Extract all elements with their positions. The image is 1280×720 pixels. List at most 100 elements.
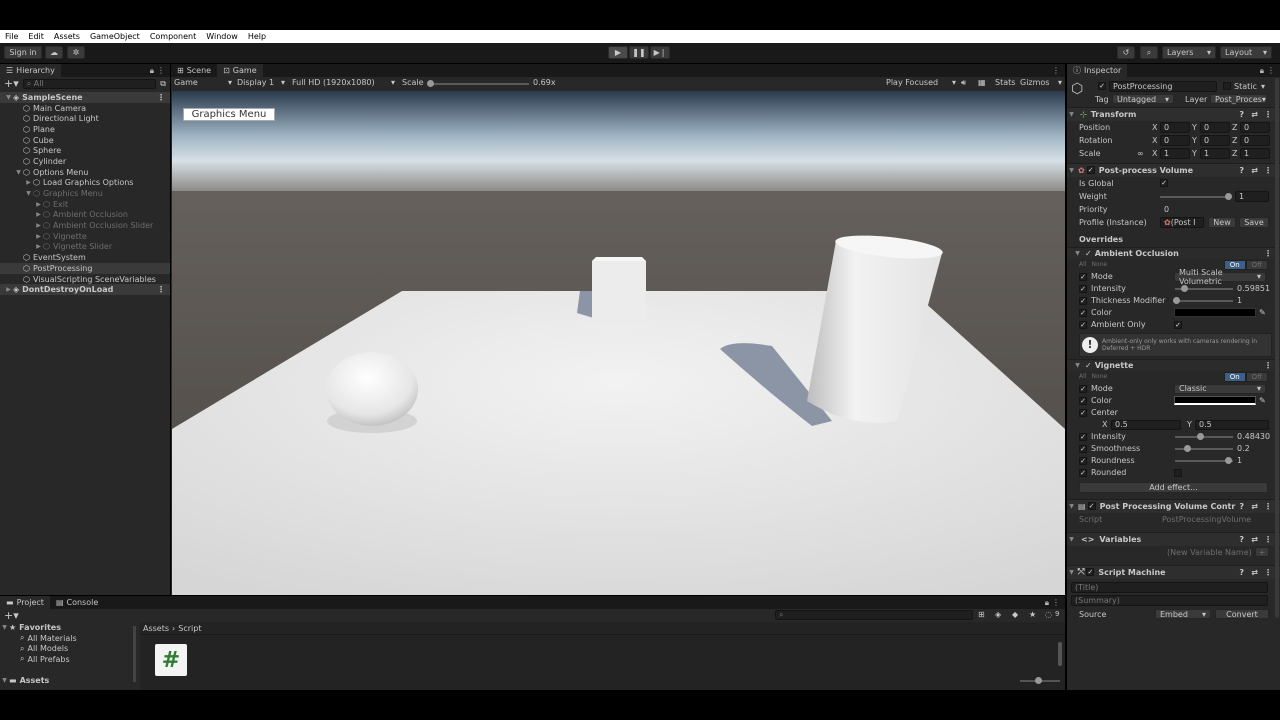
hierarchy-item[interactable]: ⬡ EventSystem bbox=[0, 252, 170, 263]
game-viewport[interactable]: Graphics Menu bbox=[172, 91, 1065, 595]
is-global-checkbox[interactable]: ✓ bbox=[1160, 179, 1168, 188]
layout-dropdown[interactable]: Layout ▾ bbox=[1220, 46, 1272, 59]
convert-button[interactable]: Convert bbox=[1215, 609, 1269, 620]
eyedropper-icon[interactable]: ✎ bbox=[1259, 308, 1266, 317]
vignette-intensity-override[interactable]: ✓ bbox=[1079, 432, 1087, 441]
kebab-menu-icon[interactable]: ⋮ bbox=[1264, 361, 1272, 370]
hierarchy-item[interactable]: ▶ ⬡ Vignette bbox=[0, 231, 170, 242]
hierarchy-item[interactable]: ⬡ PostProcessing bbox=[0, 263, 170, 274]
hierarchy-item[interactable]: ⬡ Plane bbox=[0, 124, 170, 135]
menu-gameobject[interactable]: GameObject bbox=[85, 32, 145, 41]
scale-slider-knob[interactable] bbox=[427, 80, 434, 87]
kebab-menu-icon[interactable]: ⋮ bbox=[157, 285, 165, 294]
search-icon[interactable]: ⌕ bbox=[1140, 46, 1158, 59]
layer-dropdown[interactable]: Post_Proces ▾ bbox=[1210, 94, 1267, 104]
keyboard-icon[interactable]: ▦ bbox=[978, 78, 986, 87]
hierarchy-item[interactable]: ⬡ Sphere bbox=[0, 145, 170, 156]
kebab-menu-icon[interactable]: ⋮ bbox=[1264, 535, 1272, 544]
ppvc-enabled-checkbox[interactable]: ✓ bbox=[1087, 502, 1096, 510]
menu-edit[interactable]: Edit bbox=[23, 32, 49, 41]
ao-header[interactable]: ▼ ✓ Ambient Occlusion ⋮ bbox=[1067, 246, 1280, 259]
favorite-item[interactable]: ⌕ All Models bbox=[0, 643, 138, 654]
menu-assets[interactable]: Assets bbox=[49, 32, 85, 41]
ppvc-header[interactable]: ▼ ▤ ✓ Post Processing Volume Contr ? ⇄ ⋮ bbox=[1067, 498, 1280, 513]
hierarchy-item[interactable]: ▶ ⬡ Exit bbox=[0, 199, 170, 210]
kebab-menu-icon[interactable]: ⋮ bbox=[1264, 249, 1272, 258]
favorite-item[interactable]: ⌕ All Materials bbox=[0, 633, 138, 644]
hierarchy-item[interactable]: ⬡ Cylinder bbox=[0, 156, 170, 167]
game-mode-dropdown[interactable]: Game ▾ bbox=[174, 78, 232, 87]
kebab-menu-icon[interactable]: ⋮ bbox=[1264, 568, 1272, 577]
vignette-rounded-override[interactable]: ✓ bbox=[1079, 468, 1087, 477]
ao-thickness-knob[interactable] bbox=[1173, 296, 1180, 304]
transform-scale-y-field[interactable]: 1 bbox=[1200, 148, 1230, 160]
kebab-menu-icon[interactable]: ⋮ bbox=[1267, 66, 1275, 75]
transform-position-y-field[interactable]: 0 bbox=[1200, 122, 1230, 134]
weight-slider[interactable] bbox=[1160, 195, 1230, 198]
chevron-right-icon[interactable]: ▶ bbox=[34, 243, 43, 250]
add-icon[interactable]: +▾ bbox=[4, 609, 19, 622]
center-y-field[interactable]: 0.5 bbox=[1195, 419, 1269, 430]
help-icon[interactable]: ? bbox=[1239, 568, 1244, 577]
help-icon[interactable]: ? bbox=[1239, 535, 1244, 544]
transform-position-x-field[interactable]: 0 bbox=[1160, 122, 1190, 134]
kebab-menu-icon[interactable]: ⋮ bbox=[1052, 598, 1060, 607]
icon-size-knob[interactable] bbox=[1035, 677, 1042, 684]
transform-header[interactable]: ▼ ⊹ Transform ? ⇄ ⋮ bbox=[1067, 107, 1280, 121]
project-search-input[interactable]: ⌕ bbox=[775, 610, 973, 620]
gizmos-dropdown[interactable]: Gizmos ▾ bbox=[1020, 78, 1062, 87]
menu-window[interactable]: Window bbox=[201, 32, 243, 41]
weight-field[interactable]: 1 bbox=[1235, 190, 1269, 202]
hierarchy-item[interactable]: ▼ ⬡ Graphics Menu bbox=[0, 188, 170, 199]
hierarchy-item[interactable]: ⬡ Directional Light bbox=[0, 113, 170, 124]
vignette-color-swatch[interactable] bbox=[1174, 396, 1256, 405]
priority-field[interactable]: 0 bbox=[1160, 204, 1268, 215]
hierarchy-item[interactable]: ⬡ VisualScripting SceneVariables bbox=[0, 274, 170, 285]
vignette-roundness-value[interactable]: 1 bbox=[1237, 456, 1242, 465]
hierarchy-item[interactable]: ⬡ Cube bbox=[0, 135, 170, 146]
link-icon[interactable]: ∞ bbox=[1137, 149, 1144, 158]
ao-thickness-slider[interactable] bbox=[1175, 299, 1233, 302]
star-icon[interactable]: ★ bbox=[1029, 610, 1036, 619]
help-icon[interactable]: ? bbox=[1239, 166, 1244, 175]
vignette-intensity-knob[interactable] bbox=[1197, 432, 1204, 440]
tab-scene[interactable]: ⊞ Scene bbox=[171, 64, 217, 77]
help-icon[interactable]: ? bbox=[1239, 502, 1244, 511]
cloud-icon[interactable]: ☁ bbox=[45, 46, 63, 59]
csharp-script-icon[interactable]: # bbox=[155, 644, 187, 676]
ao-mode-dropdown[interactable]: Multi Scale Volumetric ▾ bbox=[1174, 268, 1266, 286]
vignette-mode-dropdown[interactable]: Classic ▾ bbox=[1174, 383, 1266, 394]
chevron-down-icon[interactable]: ▼ bbox=[14, 169, 23, 176]
chevron-right-icon[interactable]: ▶ bbox=[4, 286, 13, 293]
vignette-smoothness-knob[interactable] bbox=[1184, 444, 1191, 452]
hierarchy-item[interactable]: ▶ ⬡ Ambient Occlusion bbox=[0, 210, 170, 221]
source-dropdown[interactable]: Embed ▾ bbox=[1155, 609, 1211, 620]
kebab-menu-icon[interactable]: ⋮ bbox=[1052, 66, 1060, 75]
vignette-header[interactable]: ▼ ✓ Vignette ⋮ bbox=[1067, 358, 1280, 371]
script-machine-header[interactable]: ▼ ⤲ ✓ Script Machine ? ⇄ ⋮ bbox=[1067, 564, 1280, 579]
transform-rotation-x-field[interactable]: 0 bbox=[1160, 135, 1190, 147]
ao-thickness-value[interactable]: 1 bbox=[1237, 296, 1242, 305]
vignette-on-button[interactable]: On bbox=[1223, 371, 1246, 382]
favorite-item[interactable]: ⌕ All Prefabs bbox=[0, 654, 138, 665]
save-profile-button[interactable]: Save bbox=[1239, 217, 1269, 229]
chevron-right-icon[interactable]: ▶ bbox=[34, 211, 43, 218]
scene-row[interactable]: ▼ ◈ SampleScene ⋮ bbox=[0, 92, 170, 103]
vignette-roundness-knob[interactable] bbox=[1225, 456, 1232, 464]
active-checkbox[interactable]: ✓ bbox=[1098, 82, 1106, 90]
transform-rotation-y-field[interactable]: 0 bbox=[1200, 135, 1230, 147]
new-profile-button[interactable]: New bbox=[1208, 217, 1236, 229]
play-focused-dropdown[interactable]: Play Focused ▾ bbox=[886, 78, 956, 87]
preset-icon[interactable]: ⇄ bbox=[1251, 502, 1258, 511]
history-icon[interactable]: ↺ bbox=[1117, 46, 1135, 59]
transform-position-z-field[interactable]: 0 bbox=[1240, 122, 1270, 134]
vignette-intensity-value[interactable]: 0.48430 bbox=[1237, 432, 1270, 441]
kebab-menu-icon[interactable]: ⋮ bbox=[1264, 502, 1272, 511]
collab-icon[interactable]: ✲ bbox=[67, 46, 85, 59]
chevron-down-icon[interactable]: ▼ bbox=[24, 190, 33, 197]
lock-icon[interactable]: 🔒︎ bbox=[1045, 598, 1049, 608]
script-machine-enabled-checkbox[interactable]: ✓ bbox=[1086, 568, 1095, 577]
sign-in-button[interactable]: Sign in bbox=[4, 46, 42, 59]
static-checkbox[interactable] bbox=[1223, 82, 1231, 90]
ao-ambient-only-override[interactable]: ✓ bbox=[1079, 320, 1087, 329]
